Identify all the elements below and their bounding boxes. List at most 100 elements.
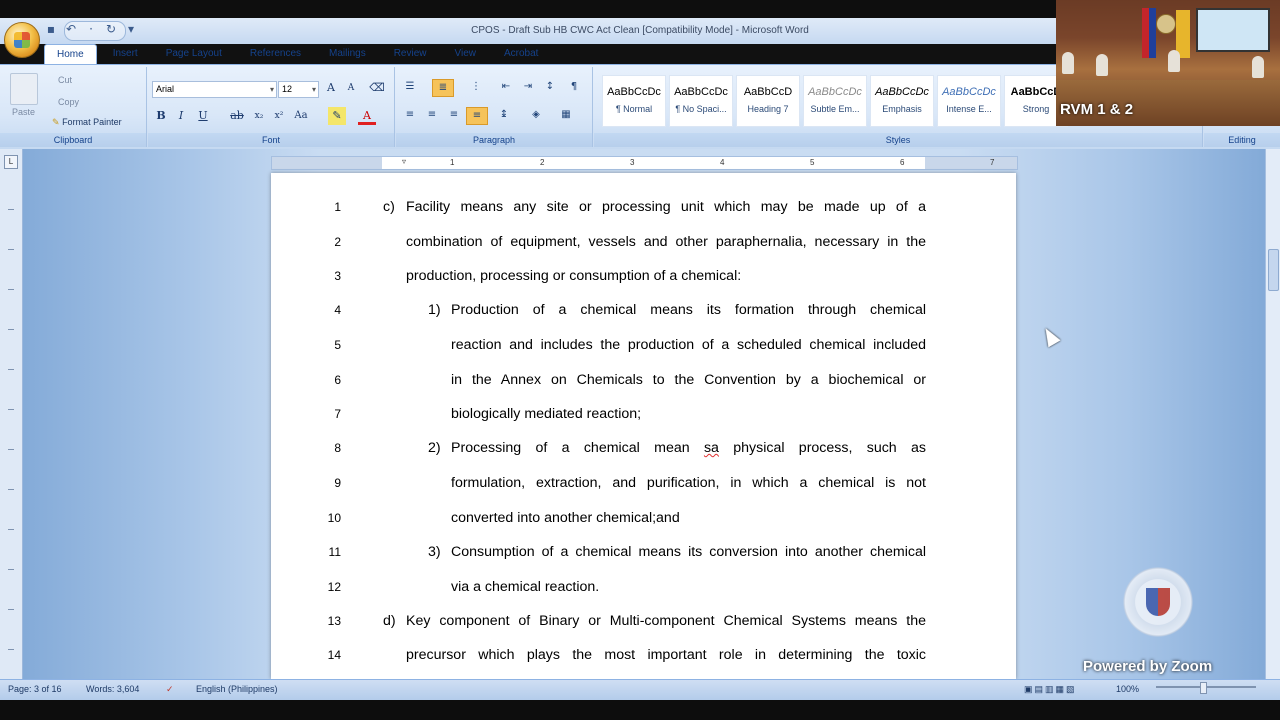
- zoom-level[interactable]: 100%: [1116, 684, 1139, 694]
- style-no-spacing[interactable]: AaBbCcDc ¶ No Spaci...: [669, 75, 733, 127]
- cut-button[interactable]: Cut: [58, 75, 72, 85]
- line-text: biologically mediated reaction;: [451, 406, 642, 422]
- document-line: 9 formulation, extraction, and purificat…: [271, 471, 1016, 495]
- paste-button[interactable]: Paste: [12, 107, 35, 117]
- word-count-status[interactable]: Words: 3,604: [86, 684, 139, 694]
- document-page[interactable]: 1 c) Facility means any site or processi…: [271, 173, 1016, 679]
- horizontal-ruler: 1 2 3 4 5 6 7 ▿: [271, 156, 1018, 170]
- style-heading-7[interactable]: AaBbCcD Heading 7: [736, 75, 800, 127]
- video-room-screen: [1196, 8, 1270, 52]
- vertical-scrollbar[interactable]: [1265, 149, 1280, 679]
- flag-image: [1142, 8, 1156, 58]
- tab-review[interactable]: Review: [382, 44, 439, 64]
- shading-icon[interactable]: ◈: [526, 107, 546, 123]
- paragraph-group: ☰ ≣ ⋮ ⇤ ⇥ ↕ ¶ ≡ ≡ ≡ ≡ ↨ ◈ ▦ Paragraph: [396, 67, 593, 147]
- participant-figure: [1062, 52, 1074, 74]
- bullets-icon[interactable]: ☰: [400, 79, 420, 95]
- tab-insert[interactable]: Insert: [101, 44, 150, 64]
- ruler-number: 2: [540, 158, 545, 167]
- align-right-icon[interactable]: ≡: [444, 107, 464, 123]
- italic-icon[interactable]: I: [172, 107, 190, 125]
- ruler-number: 1: [450, 158, 455, 167]
- line-text: Key component of Binary or Multi-compone…: [406, 613, 926, 629]
- paragraph-group-label: Paragraph: [396, 133, 592, 147]
- tab-view[interactable]: View: [443, 44, 489, 64]
- show-marks-icon[interactable]: ¶: [564, 79, 584, 95]
- align-left-icon[interactable]: ≡: [400, 107, 420, 123]
- justify-icon[interactable]: ≡: [466, 107, 488, 125]
- ruler-number: 6: [900, 158, 905, 167]
- tab-home[interactable]: Home: [44, 44, 97, 65]
- format-painter-button[interactable]: ✎ Format Painter: [52, 117, 122, 128]
- multilevel-list-icon[interactable]: ⋮: [466, 79, 486, 95]
- line-number: 12: [327, 580, 341, 594]
- align-center-icon[interactable]: ≡: [422, 107, 442, 123]
- style-name: Heading 7: [747, 104, 789, 114]
- scrollbar-thumb[interactable]: [1268, 249, 1279, 291]
- style-intense-emphasis[interactable]: AaBbCcDc Intense E...: [937, 75, 1001, 127]
- tab-mailings[interactable]: Mailings: [317, 44, 378, 64]
- document-line: 7 biologically mediated reaction;: [271, 402, 1016, 426]
- style-name: Intense E...: [946, 104, 992, 114]
- borders-icon[interactable]: ▦: [556, 107, 576, 123]
- document-line: 14 precursor which plays the most import…: [271, 643, 1016, 667]
- line-text: formulation, extraction, and purificatio…: [451, 475, 926, 491]
- line-text: Consumption of a chemical means its conv…: [451, 544, 926, 560]
- document-line: 4 1) Production of a chemical means its …: [271, 298, 1016, 322]
- line-text-part: physical process, such as: [718, 440, 926, 456]
- underline-icon[interactable]: U: [194, 107, 212, 125]
- bold-icon[interactable]: B: [152, 107, 170, 125]
- document-line: 8 2) Processing of a chemical mean sa ph…: [271, 436, 1016, 460]
- vertical-ruler: L: [0, 149, 23, 679]
- tab-references[interactable]: References: [238, 44, 313, 64]
- indent-marker-icon[interactable]: ▿: [402, 157, 406, 166]
- status-bar: Page: 3 of 16 Words: 3,604 ✓ English (Ph…: [0, 679, 1280, 701]
- style-emphasis[interactable]: AaBbCcDc Emphasis: [870, 75, 934, 127]
- view-buttons-icon[interactable]: ▣▤▥▦▧: [1024, 684, 1077, 695]
- zoom-slider-handle[interactable]: [1200, 682, 1207, 694]
- style-normal[interactable]: AaBbCcDc ¶ Normal: [602, 75, 666, 127]
- line-spacing-icon[interactable]: ↨: [494, 107, 514, 123]
- line-number: 14: [327, 648, 341, 662]
- tab-acrobat[interactable]: Acrobat: [492, 44, 550, 64]
- sort-icon[interactable]: ↕: [540, 79, 560, 95]
- proofing-icon[interactable]: ✓: [166, 684, 174, 695]
- tab-page-layout[interactable]: Page Layout: [154, 44, 234, 64]
- style-sample: AaBbCcDc: [808, 86, 862, 98]
- line-number: 6: [334, 373, 341, 387]
- subscript-icon[interactable]: x₂: [250, 107, 268, 125]
- line-number: 5: [334, 338, 341, 352]
- video-thumbnail[interactable]: RVM 1 & 2: [1056, 0, 1280, 126]
- line-number: 8: [334, 441, 341, 455]
- numbering-icon[interactable]: ≣: [432, 79, 454, 97]
- copy-button[interactable]: Copy: [58, 97, 79, 107]
- language-status[interactable]: English (Philippines): [196, 684, 278, 694]
- font-group-label: Font: [148, 133, 394, 147]
- font-color-icon[interactable]: A: [358, 107, 376, 125]
- font-name-select[interactable]: Arial: [152, 81, 277, 98]
- increase-indent-icon[interactable]: ⇥: [518, 79, 538, 95]
- ruler-right-margin: [925, 157, 1017, 169]
- line-number: 4: [334, 303, 341, 317]
- document-line: 12 via a chemical reaction.: [271, 575, 1016, 599]
- highlight-icon[interactable]: ✎: [328, 107, 346, 125]
- decrease-indent-icon[interactable]: ⇤: [496, 79, 516, 95]
- superscript-icon[interactable]: x²: [270, 107, 288, 125]
- tab-selector-icon[interactable]: L: [4, 155, 18, 169]
- change-case-icon[interactable]: Aa: [292, 107, 310, 125]
- line-text: via a chemical reaction.: [451, 579, 600, 595]
- page-count-status[interactable]: Page: 3 of 16: [8, 684, 62, 694]
- font-size-select[interactable]: 12: [278, 81, 319, 98]
- clear-formatting-icon[interactable]: ⌫: [368, 79, 386, 97]
- office-button[interactable]: [4, 22, 40, 58]
- strikethrough-icon[interactable]: ab: [228, 107, 246, 125]
- ruler-number: 3: [630, 158, 635, 167]
- style-subtle-emphasis[interactable]: AaBbCcDc Subtle Em...: [803, 75, 867, 127]
- ruler-left-margin: [272, 157, 382, 169]
- paste-icon[interactable]: [10, 73, 38, 105]
- shrink-font-icon[interactable]: A: [342, 79, 360, 97]
- line-text: reaction and includes the production of …: [451, 337, 926, 353]
- participant-figure: [1096, 54, 1108, 76]
- grow-font-icon[interactable]: A: [322, 79, 340, 97]
- spelling-error[interactable]: sa: [704, 440, 719, 456]
